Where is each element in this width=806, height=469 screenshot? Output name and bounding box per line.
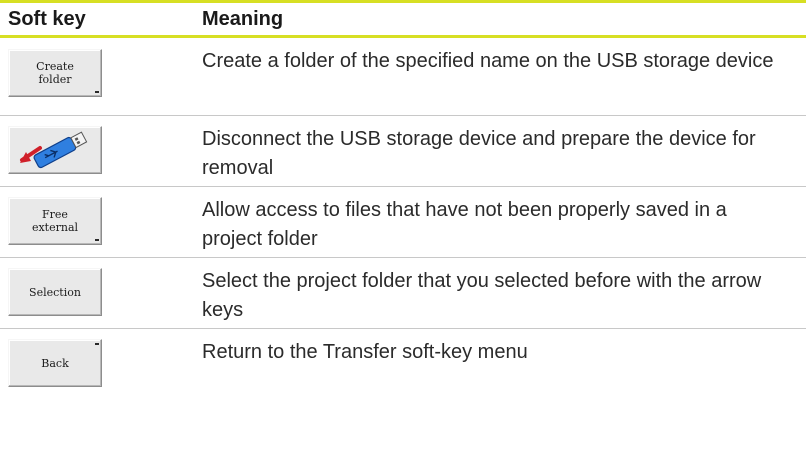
meaning-text: Return to the Transfer soft-key menu	[202, 341, 528, 363]
header-softkey: Soft key	[8, 7, 86, 30]
softkey-label: Back	[41, 356, 69, 370]
back-softkey[interactable]: Back	[8, 339, 102, 387]
header-meaning: Meaning	[202, 7, 284, 30]
submenu-indicator	[95, 91, 99, 93]
selection-softkey[interactable]: Selection	[8, 268, 102, 316]
table-row: Back Return to the Transfer soft-key men…	[0, 329, 806, 407]
usb-eject-icon	[20, 131, 88, 169]
create-folder-softkey[interactable]: Create folder	[8, 49, 102, 97]
submenu-indicator	[95, 239, 99, 241]
table-row: Disconnect the USB storage device and pr…	[0, 116, 806, 187]
meaning-text: Create a folder of the specified name on…	[202, 50, 774, 72]
table-row: Create folder Create a folder of the spe…	[0, 38, 806, 116]
meaning-text: Allow access to files that have not been…	[202, 199, 727, 250]
meaning-text: Select the project folder that you selec…	[202, 270, 762, 321]
table-row: Selection Select the project folder that…	[0, 258, 806, 329]
softkey-table: Soft key Meaning Create folder Create a …	[0, 0, 806, 407]
eject-usb-softkey[interactable]	[8, 126, 102, 174]
table-row: Free external Allow access to files that…	[0, 187, 806, 258]
meaning-text: Disconnect the USB storage device and pr…	[202, 128, 756, 179]
table-header: Soft key Meaning	[0, 3, 806, 38]
softkey-label: Selection	[29, 285, 81, 299]
free-external-softkey[interactable]: Free external	[8, 197, 102, 245]
back-indicator	[95, 343, 99, 345]
softkey-label: Free external	[31, 208, 79, 234]
softkey-label: Create folder	[36, 60, 74, 86]
